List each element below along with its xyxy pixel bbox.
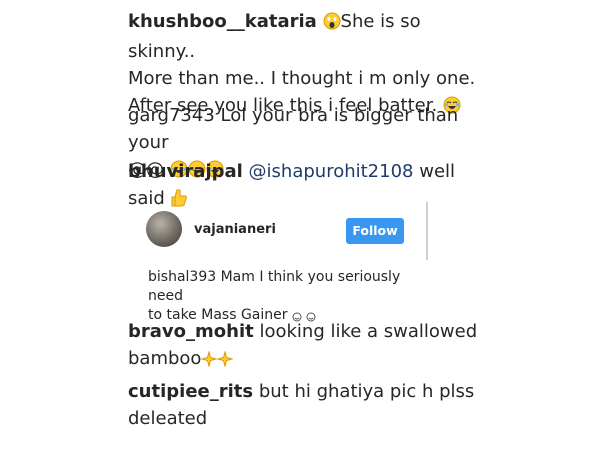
comment-text: but hi ghatiya pic h plss: [258, 381, 475, 402]
comment-username[interactable]: garg7343: [128, 105, 215, 126]
avatar[interactable]: [146, 211, 182, 247]
comment-text-line2: deleated: [128, 408, 208, 429]
card-username[interactable]: vajanianeri: [194, 222, 276, 237]
embedded-post-card: vajanianeri Follow bishal393 Mam I think…: [126, 202, 428, 323]
card-divider: [426, 202, 428, 260]
comment-5: cutipiee_rits but hi ghatiya pic h plss …: [128, 378, 478, 432]
comment-mention[interactable]: @ishapurohit2108: [249, 161, 414, 182]
comment-text-line2: More than me.. I thought i m only one.: [128, 68, 476, 89]
card-comment-username[interactable]: bishal393: [148, 269, 216, 285]
comment-4: bravo_mohit looking like a swallowed bam…: [128, 318, 478, 375]
sparkle-emoji-icon: [200, 348, 219, 375]
follow-button[interactable]: Follow: [346, 218, 404, 244]
comment-text: looking like a swallowed: [259, 321, 478, 342]
comment-text-line2: bamboo: [128, 348, 202, 369]
comment-username[interactable]: khushboo__kataria: [128, 11, 317, 32]
sparkle-emoji-icon: [216, 348, 235, 375]
comment-username[interactable]: bhuvirajpal: [128, 161, 243, 182]
scream-emoji-icon: [323, 11, 341, 38]
comment-username[interactable]: bravo_mohit: [128, 321, 254, 342]
comment-username[interactable]: cutipiee_rits: [128, 381, 253, 402]
